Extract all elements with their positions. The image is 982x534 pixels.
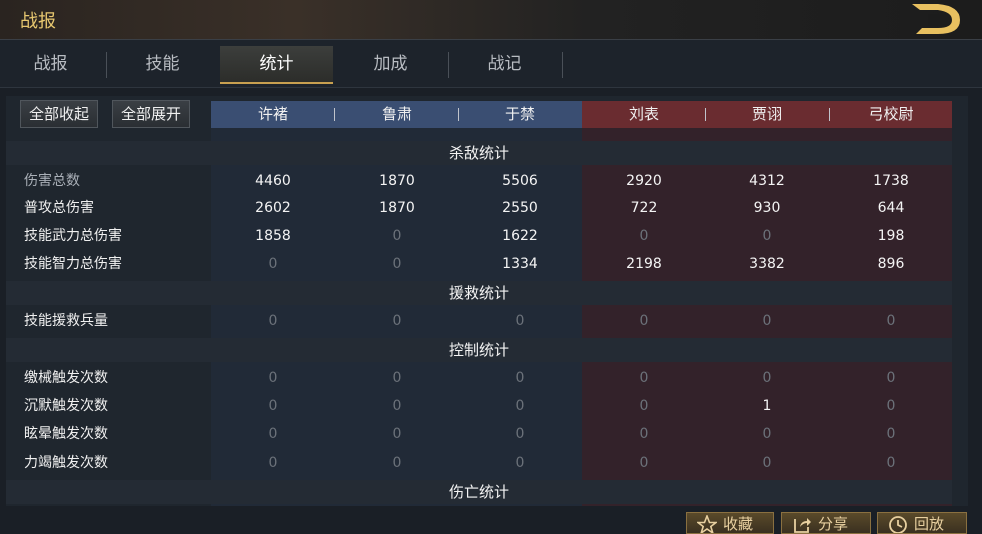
general-header: 于禁	[504, 105, 535, 123]
stat-cell: 4312	[749, 173, 785, 189]
stat-cell: 0	[268, 398, 278, 414]
stat-cell: 0	[639, 370, 649, 386]
stat-cell: 0	[762, 228, 772, 244]
stat-cell: 1870	[379, 173, 415, 189]
stat-cell: 0	[392, 313, 402, 329]
stat-cell: 1622	[502, 228, 538, 244]
stat-cell: 0	[639, 455, 649, 471]
stat-cell: 1738	[873, 173, 909, 189]
stat-cell: 0	[268, 313, 278, 329]
stat-cell: 0	[886, 313, 896, 329]
row-label: 缴械触发次数	[24, 370, 108, 386]
stat-cell: 2198	[626, 256, 662, 272]
stat-cell: 3382	[749, 256, 785, 272]
tab-battle-log[interactable]: 战记	[448, 46, 561, 84]
row-label: 沉默触发次数	[24, 398, 108, 414]
favorite-label: 收藏	[723, 515, 754, 533]
section-control-stats[interactable]: 控制统计	[6, 338, 952, 362]
stat-cell: 0	[639, 228, 649, 244]
expand-all-button[interactable]: 全部展开	[112, 100, 191, 128]
stat-cell: 0	[515, 426, 525, 442]
stat-cell: 0	[515, 398, 525, 414]
stat-cell: 0	[639, 313, 649, 329]
stat-cell: 0	[392, 455, 402, 471]
general-header: 许褚	[257, 105, 288, 123]
stat-cell: 0	[886, 370, 896, 386]
general-header: 贾诩	[751, 105, 782, 123]
replay-button[interactable]: 回放	[877, 512, 967, 534]
section-rescue-stats[interactable]: 援救统计	[6, 281, 952, 305]
stat-cell: 0	[392, 426, 402, 442]
stat-cell: 0	[886, 398, 896, 414]
stat-cell: 1858	[255, 228, 291, 244]
stat-cell: 0	[762, 426, 772, 442]
stat-cell: 930	[753, 200, 781, 216]
stat-cell: 2602	[255, 200, 291, 216]
stat-cell: 0	[392, 256, 402, 272]
stat-cell: 0	[639, 426, 649, 442]
row-label: 眩晕触发次数	[24, 426, 108, 442]
stat-cell: 0	[268, 370, 278, 386]
row-label: 普攻总伤害	[24, 200, 94, 216]
stat-cell: 1334	[502, 256, 538, 272]
stat-cell: 0	[762, 455, 772, 471]
share-label: 分享	[818, 515, 849, 533]
stat-cell: 0	[886, 455, 896, 471]
row-label: 力竭触发次数	[24, 455, 108, 471]
favorite-button[interactable]: 收藏	[686, 512, 774, 534]
stat-cell: 0	[762, 313, 772, 329]
stat-cell: 1	[762, 398, 772, 414]
stat-cell: 198	[877, 228, 905, 244]
star-icon	[697, 515, 717, 533]
stat-cell: 0	[392, 228, 402, 244]
stat-cell: 644	[877, 200, 905, 216]
row-label: 技能武力总伤害	[24, 228, 122, 244]
stat-cell: 0	[392, 398, 402, 414]
stat-cell: 1870	[379, 200, 415, 216]
stat-cell: 0	[515, 370, 525, 386]
row-label: 技能援救兵量	[24, 313, 108, 329]
stat-cell: 0	[268, 256, 278, 272]
share-icon	[794, 518, 811, 533]
stat-cell: 0	[639, 398, 649, 414]
stat-cell: 0	[515, 313, 525, 329]
stat-cell: 0	[392, 370, 402, 386]
stat-cell: 0	[515, 455, 525, 471]
stat-cell: 4460	[255, 173, 291, 189]
collapse-all-button[interactable]: 全部收起	[20, 100, 99, 128]
stat-cell: 2550	[502, 200, 538, 216]
tab-skills[interactable]: 技能	[106, 46, 219, 84]
tab-divider	[562, 52, 563, 78]
general-header: 鲁肃	[381, 105, 412, 123]
section-casualty-stats[interactable]: 伤亡统计	[6, 480, 952, 504]
stat-cell: 0	[268, 455, 278, 471]
title-bar: 战报	[0, 0, 982, 40]
share-button[interactable]: 分享	[781, 512, 871, 534]
dragon-logo-icon[interactable]	[908, 0, 966, 38]
section-kill-stats[interactable]: 杀敌统计	[6, 141, 952, 165]
tab-report[interactable]: 战报	[0, 46, 107, 84]
stat-cell: 0	[762, 370, 772, 386]
stat-cell: 896	[877, 256, 905, 272]
replay-label: 回放	[914, 515, 945, 533]
tab-bar: 战报 技能 统计 加成 战记	[0, 40, 982, 88]
row-label: 技能智力总伤害	[24, 256, 122, 272]
stat-cell: 0	[886, 426, 896, 442]
stat-cell: 722	[630, 200, 658, 216]
general-header: 弓校尉	[868, 105, 914, 123]
stat-cell: 0	[268, 426, 278, 442]
tab-bonus[interactable]: 加成	[334, 46, 447, 84]
window-title: 战报	[20, 11, 56, 32]
stat-cell: 5506	[502, 173, 538, 189]
tab-statistics[interactable]: 统计	[220, 46, 333, 84]
row-label: 伤害总数	[24, 173, 80, 189]
general-header: 刘表	[628, 105, 659, 123]
replay-icon	[889, 516, 907, 533]
stat-cell: 2920	[626, 173, 662, 189]
